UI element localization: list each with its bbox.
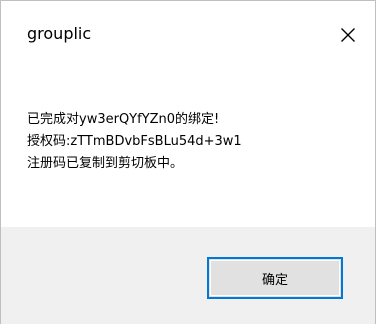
ok-button-label: 确定 (261, 272, 288, 288)
close-icon (341, 28, 355, 42)
ok-button[interactable]: 确定 (207, 257, 343, 299)
message-text: 已完成对yw3erQYfYZn0的绑定! 授权码:zTTmBDvbFsBLu54… (27, 109, 357, 175)
message-line-binding: 已完成对yw3erQYfYZn0的绑定! (27, 112, 220, 127)
close-button[interactable] (321, 1, 375, 69)
button-footer: 确定 (1, 227, 375, 324)
message-line-auth-code: 授权码:zTTmBDvbFsBLu54d+3w1 (27, 134, 242, 149)
message-line-clipboard: 注册码已复制到剪切板中。 (27, 156, 184, 171)
dialog-title: grouplic (27, 24, 92, 43)
message-dialog: grouplic 已完成对yw3erQYfYZn0的绑定! 授权码:zTTmBD… (0, 0, 376, 324)
title-bar: grouplic (1, 1, 375, 69)
